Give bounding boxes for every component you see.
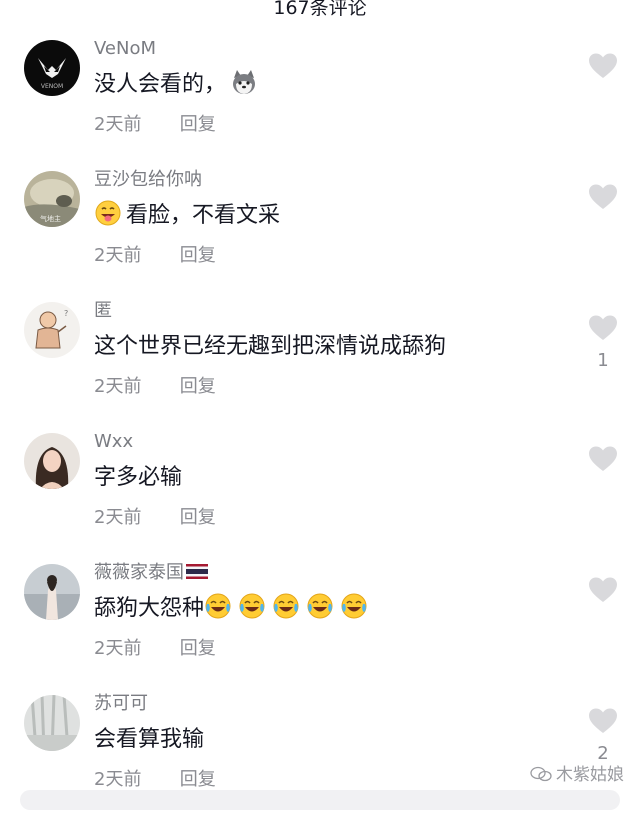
avatar[interactable] bbox=[24, 695, 80, 751]
comment-item: 薇薇家泰国 舔狗大怨种 2天前 回复 bbox=[0, 562, 640, 695]
tears-of-joy-emoji-icon bbox=[238, 592, 266, 620]
timestamp: 2天前 bbox=[94, 245, 142, 266]
comment-text-content: 舔狗大怨种 bbox=[94, 596, 205, 621]
comment-text: 字多必输 bbox=[94, 461, 182, 495]
like-button[interactable] bbox=[588, 445, 620, 475]
wechat-icon bbox=[530, 766, 552, 782]
thailand-flag-icon bbox=[186, 564, 208, 579]
comment-text-content: 看脸，不看文采 bbox=[126, 203, 281, 228]
comment-item: VENOM VeNoM 没人会看的， 2天前 回复 bbox=[0, 38, 640, 171]
like-button[interactable] bbox=[588, 707, 620, 737]
comment-text-content: 这个世界已经无趣到把深情说成舔狗 bbox=[94, 334, 447, 359]
comment-text: 会看算我输 bbox=[94, 723, 204, 757]
tears-of-joy-emoji-icon bbox=[340, 592, 368, 620]
heart-icon bbox=[589, 315, 617, 340]
comment-meta: 2天前 回复 bbox=[94, 374, 216, 400]
avatar[interactable]: VENOM bbox=[24, 40, 80, 96]
tongue-grin-emoji-icon bbox=[94, 199, 122, 227]
husky-emoji-icon bbox=[230, 68, 258, 96]
comment-text-content: 没人会看的， bbox=[94, 72, 227, 97]
watermark-text: 木紫姑娘 bbox=[556, 765, 624, 785]
comment-item: 气地主 豆沙包给你呐 看脸，不看文采 2天前 回复 bbox=[0, 169, 640, 302]
heart-icon bbox=[589, 708, 617, 733]
comment-meta: 2天前 回复 bbox=[94, 243, 216, 269]
tears-of-joy-emoji-icon bbox=[272, 592, 300, 620]
reply-button[interactable]: 回复 bbox=[180, 505, 216, 531]
username-text: 薇薇家泰国 bbox=[94, 562, 184, 583]
comment-item: ? 匿 这个世界已经无趣到把深情说成舔狗 2天前 回复 1 bbox=[0, 300, 640, 433]
comment-input-bar[interactable] bbox=[20, 790, 620, 810]
avatar[interactable] bbox=[24, 564, 80, 620]
timestamp: 2天前 bbox=[94, 376, 142, 397]
tears-of-joy-emoji-row bbox=[204, 593, 374, 621]
comment-text: 看脸，不看文采 bbox=[94, 199, 280, 233]
timestamp: 2天前 bbox=[94, 507, 142, 528]
comment-text: 舔狗大怨种 bbox=[94, 592, 374, 626]
heart-icon bbox=[589, 577, 617, 602]
comment-meta: 2天前 回复 bbox=[94, 636, 216, 662]
svg-text:VENOM: VENOM bbox=[41, 83, 63, 90]
comment-text: 这个世界已经无趣到把深情说成舔狗 bbox=[94, 330, 446, 364]
comment-text-content: 会看算我输 bbox=[94, 727, 205, 752]
username[interactable]: 薇薇家泰国 bbox=[94, 560, 208, 586]
heart-icon bbox=[589, 446, 617, 471]
username[interactable]: 豆沙包给你呐 bbox=[94, 167, 202, 193]
comment-meta: 2天前 回复 bbox=[94, 505, 216, 531]
username[interactable]: 匿 bbox=[94, 298, 112, 324]
avatar[interactable]: 气地主 bbox=[24, 171, 80, 227]
tears-of-joy-emoji-icon bbox=[204, 592, 232, 620]
comment-item: Wxx 字多必输 2天前 回复 bbox=[0, 431, 640, 564]
comment-text-content: 字多必输 bbox=[94, 465, 183, 490]
comments-count-title: 167条评论 bbox=[273, 0, 367, 19]
avatar[interactable]: ? bbox=[24, 302, 80, 358]
svg-text:?: ? bbox=[64, 309, 68, 318]
like-button[interactable] bbox=[588, 52, 620, 82]
svg-text:气地主: 气地主 bbox=[40, 214, 61, 223]
watermark: 木紫姑娘 bbox=[530, 760, 624, 785]
heart-icon bbox=[589, 53, 617, 78]
reply-button[interactable]: 回复 bbox=[180, 374, 216, 400]
reply-button[interactable]: 回复 bbox=[180, 112, 216, 138]
comment-text: 没人会看的， bbox=[94, 68, 262, 102]
like-button[interactable] bbox=[588, 576, 620, 606]
like-button[interactable] bbox=[588, 183, 620, 213]
timestamp: 2天前 bbox=[94, 638, 142, 659]
username[interactable]: VeNoM bbox=[94, 36, 156, 62]
reply-button[interactable]: 回复 bbox=[180, 636, 216, 662]
heart-icon bbox=[589, 184, 617, 209]
username[interactable]: Wxx bbox=[94, 429, 133, 455]
like-button[interactable] bbox=[588, 314, 620, 344]
avatar[interactable] bbox=[24, 433, 80, 489]
reply-button[interactable]: 回复 bbox=[180, 243, 216, 269]
username[interactable]: 苏可可 bbox=[94, 691, 148, 717]
comment-meta: 2天前 回复 bbox=[94, 112, 216, 138]
tears-of-joy-emoji-icon bbox=[306, 592, 334, 620]
timestamp: 2天前 bbox=[94, 114, 142, 135]
like-count: 1 bbox=[597, 350, 609, 371]
